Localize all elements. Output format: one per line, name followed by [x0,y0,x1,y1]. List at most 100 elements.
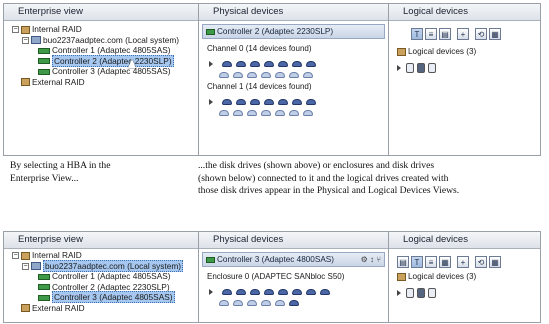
disk-drive-icon[interactable] [303,71,313,78]
tree-item-internal-raid[interactable]: − Internal RAID [12,24,179,35]
collapse-toggle[interactable]: − [12,26,19,34]
logical-devices-group[interactable]: Logical devices (3) [397,47,540,56]
disk-drive-icon[interactable] [261,71,271,78]
logical-drive-icon[interactable] [417,62,425,73]
caption-right: ...the disk drives (shown above) or encl… [198,160,460,196]
disk-row [209,93,388,105]
tree-item-controller-1[interactable]: Controller 1 (Adaptec 4805SAS) [12,271,183,282]
disk-drive-icon[interactable] [219,71,229,78]
list-view-button[interactable]: ≡ [425,255,437,268]
host-icon [31,262,41,271]
logical-devices-label: Logical devices (3) [408,47,477,56]
tree-item-label: External RAID [32,302,85,313]
physical-devices-pane: Physical devices Controller 2 (Adaptec 2… [199,4,389,155]
disk-row [209,283,388,295]
bottom-screenshot: Enterprise view − Internal RAID − buo2237a… [3,231,541,323]
tree-item-controller-2[interactable]: Controller 2 (Adaptec 2230SLP) [12,54,179,68]
tree-item-controller-1[interactable]: Controller 1 (Adaptec 4805SAS) [12,45,179,56]
physical-devices-header: Physical devices [199,4,388,21]
collapse-toggle[interactable]: − [22,36,29,44]
disk-drive-icon[interactable] [219,299,229,306]
logical-toolbar: ▤ T ≡ ▦ + ⟲ ▦ [397,253,540,268]
disk-drive-icon[interactable] [261,109,271,116]
refresh-button[interactable]: ⟲ [475,27,487,40]
tree-item-label-selected: Controller 2 (Adaptec 2230SLP) [52,54,174,67]
disk-drive-icon[interactable] [247,71,257,78]
logical-devices-header: Logical devices [389,232,540,249]
controller-icon [38,58,50,65]
disk-drive-icon[interactable] [275,109,285,116]
disk-drive-icon[interactable] [303,109,313,116]
enterprise-view-header: Enterprise view [4,4,198,21]
disk-drive-icon[interactable] [306,288,317,295]
logical-devices-icon [397,47,406,56]
disk-drive-icon[interactable] [289,109,299,116]
disk-row [219,66,388,78]
text-view-button[interactable]: T [411,255,423,268]
refresh-button[interactable]: ⟲ [475,255,487,268]
disk-drive-icon[interactable] [247,299,257,306]
tree-item-label: Internal RAID [32,24,82,34]
properties-button[interactable]: ▦ [489,255,501,268]
physical-devices-pane: Physical devices Controller 3 (Adaptec 4… [199,232,389,322]
details-view-button[interactable]: ▦ [439,255,451,268]
disk-drive-icon[interactable] [233,109,243,116]
host-icon [31,36,41,45]
tree-item-external-raid[interactable]: External RAID [12,303,183,314]
enclosure-label: Enclosure 0 (ADAPTEC SANbloc S50) [207,272,345,281]
disk-drive-icon[interactable] [320,288,331,295]
expand-arrow-icon[interactable] [397,64,401,71]
disk-drive-icon[interactable] [275,299,285,306]
controller-bar-icons[interactable]: ⚙ ↕ ⑂ [361,253,381,266]
create-button[interactable]: + [457,27,469,40]
logical-toolbar: T ≡ ▤ + ⟲ ▦ [411,25,540,40]
disk-drive-icon[interactable] [247,109,257,116]
tree-item-label: Internal RAID [32,250,82,260]
expand-arrow-icon[interactable] [209,60,213,67]
tree-item-controller-3[interactable]: Controller 3 (Adaptec 4805SAS) [12,291,183,303]
logical-devices-group[interactable]: Logical devices (3) [397,272,540,281]
collapse-toggle[interactable]: − [22,262,29,270]
controller-bar[interactable]: Controller 2 (Adaptec 2230SLP) [202,24,385,39]
logical-devices-icon [397,272,406,281]
logical-drive-icon[interactable] [428,62,436,73]
logical-drive-icon[interactable] [428,287,436,298]
text-view-button[interactable]: T [411,27,423,40]
tree-item-label: Controller 1 (Adaptec 4805SAS) [52,271,171,281]
logical-volumes-row [397,59,540,73]
expand-arrow-icon[interactable] [209,98,213,105]
expand-arrow-icon[interactable] [397,289,401,296]
top-screenshot: Enterprise view − Internal RAID − buo2237a… [3,3,541,156]
enterprise-view-pane: Enterprise view − Internal RAID − buo2237a… [4,232,199,322]
enterprise-tree: − Internal RAID − buo2237aadptec.com (Loca… [12,250,184,314]
list-view-button[interactable]: ≡ [425,27,437,40]
logical-drive-icon[interactable] [406,287,414,298]
expand-arrow-icon[interactable] [209,288,213,295]
controller-bar[interactable]: Controller 3 (Adaptec 4800SAS) ⚙ ↕ ⑂ [202,252,385,267]
controller-icon [206,256,215,263]
disk-drive-icon[interactable] [289,299,299,306]
tree-item-local-system[interactable]: − buo2237aadptec.com (Local system) [12,35,179,46]
tree-item-controller-3[interactable]: Controller 3 (Adaptec 4805SAS) [12,66,179,77]
tree-item-local-system[interactable]: − buo2237aadptec.com (Local system) [12,259,184,272]
disk-drive-icon[interactable] [219,109,229,116]
disk-drive-icon[interactable] [261,299,271,306]
collapse-toggle[interactable]: − [12,252,19,260]
tree-item-label: Controller 3 (Adaptec 4805SAS) [52,66,171,76]
tree-item-external-raid[interactable]: External RAID [12,77,179,88]
details-view-button[interactable]: ▤ [439,27,451,40]
disk-drive-icon[interactable] [289,71,299,78]
tree-item-label: buo2237aadptec.com (Local system) [43,34,180,45]
controller-view-button[interactable]: ▤ [397,255,409,268]
properties-button[interactable]: ▦ [489,27,501,40]
raid-icon [21,304,30,313]
disk-drive-icon[interactable] [233,71,243,78]
logical-drive-icon[interactable] [417,287,425,298]
controller-icon [38,47,50,54]
logical-drive-icon[interactable] [406,62,414,73]
tree-item-internal-raid[interactable]: − Internal RAID [12,250,183,261]
create-button[interactable]: + [457,255,469,268]
channel-0-label: Channel 0 (14 devices found) [207,44,312,53]
disk-drive-icon[interactable] [275,71,285,78]
disk-drive-icon[interactable] [233,299,243,306]
